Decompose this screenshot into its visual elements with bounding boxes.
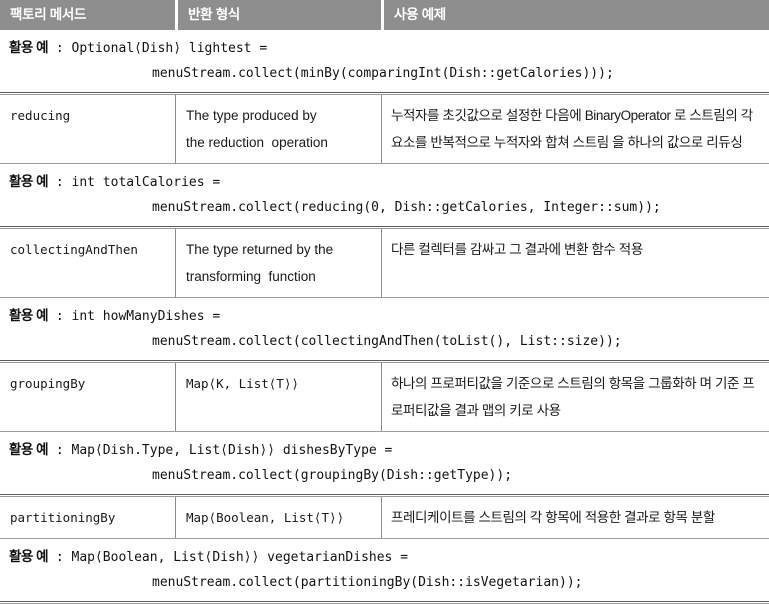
example-row-reducing: 활용 예 : int totalCalories = menuStream.co… [0,164,769,226]
table-row-reducing: reducing The type produced by the reduct… [0,95,769,163]
usage-text: 누적자를 초깃값으로 설정한 다음에 BinaryOperator 로 스트림의… [391,108,753,150]
return-type-line-1: The type produced by [186,108,317,123]
example-line-1: 활용 예 : Optional⟨Dish⟩ lightest = [0,35,769,61]
example-code-line-2: menuStream.collect(collectingAndThen(toL… [152,334,622,349]
cell-factory-method: collectingAndThen [10,242,138,257]
cell-factory-method: groupingBy [10,376,86,391]
cell-return-type: The type produced by the reduction opera… [175,95,381,163]
example-code-line-1: : Optional⟨Dish⟩ lightest = [48,41,268,56]
table-header-row: 팩토리 메서드 반환 형식 사용 예제 [0,0,769,30]
example-code-line-1: : int totalCalories = [48,175,221,190]
return-type-line-1: The type returned by the [186,242,334,257]
cell-factory-method: reducing [10,108,71,123]
cell-return-type: The type returned by the transforming fu… [175,229,381,297]
example-row-minby: 활용 예 : Optional⟨Dish⟩ lightest = menuStr… [0,30,769,92]
cell-usage-example: 프레디케이트를 스트림의 각 항목에 적용한 결과로 항목 분할 [381,497,769,538]
example-line-1: 활용 예 : Map⟨Boolean, List⟨Dish⟩⟩ vegetari… [0,544,769,570]
usage-text: 다른 컬렉터를 감싸고 그 결과에 변환 함수 적용 [391,242,643,257]
example-row-partitioningby: 활용 예 : Map⟨Boolean, List⟨Dish⟩⟩ vegetari… [0,539,769,601]
column-header-return-type: 반환 형식 [175,0,381,30]
example-code-line-2: menuStream.collect(groupingBy(Dish::getT… [152,468,513,483]
example-line-1: 활용 예 : Map⟨Dish.Type, List⟨Dish⟩⟩ dishes… [0,437,769,463]
example-row-groupingby: 활용 예 : Map⟨Dish.Type, List⟨Dish⟩⟩ dishes… [0,432,769,494]
collectors-factory-method-table: 팩토리 메서드 반환 형식 사용 예제 활용 예 : Optional⟨Dish… [0,0,769,604]
example-code-line-2: menuStream.collect(partitioningBy(Dish::… [152,575,583,590]
cell-usage-example: 하나의 프로퍼티값을 기준으로 스트림의 항목을 그룹화하 며 기준 프로퍼티값… [381,363,769,431]
example-line-1: 활용 예 : int totalCalories = [0,169,769,195]
example-label: 활용 예 [9,40,49,55]
example-code-line-1: : Map⟨Dish.Type, List⟨Dish⟩⟩ dishesByTyp… [48,443,393,458]
example-label: 활용 예 [9,174,49,189]
example-label: 활용 예 [9,549,49,564]
example-code-line-2: menuStream.collect(minBy(comparingInt(Di… [152,66,614,81]
return-type-line-2: transforming function [186,269,316,284]
cell-return-type: Map⟨Boolean, List⟨T⟩⟩ [175,497,381,538]
return-type-line-2: the reduction operation [186,135,328,150]
table-row-collectingandthen: collectingAndThen The type returned by t… [0,229,769,297]
example-code-line-1: : int howManyDishes = [48,309,221,324]
example-label: 활용 예 [9,442,49,457]
cell-return-type: Map⟨K, List⟨T⟩⟩ [175,363,381,431]
example-label: 활용 예 [9,308,49,323]
cell-usage-example: 누적자를 초깃값으로 설정한 다음에 BinaryOperator 로 스트림의… [381,95,769,163]
cell-factory-method: partitioningBy [10,510,116,525]
example-code-line-2: menuStream.collect(reducing(0, Dish::get… [152,200,661,215]
example-line-1: 활용 예 : int howManyDishes = [0,303,769,329]
return-type-line-1: Map⟨Boolean, List⟨T⟩⟩ [186,510,345,525]
table-row-groupingby: groupingBy Map⟨K, List⟨T⟩⟩ 하나의 프로퍼티값을 기준… [0,363,769,431]
example-row-collectingandthen: 활용 예 : int howManyDishes = menuStream.co… [0,298,769,360]
return-type-line-1: Map⟨K, List⟨T⟩⟩ [186,376,299,391]
usage-text: 하나의 프로퍼티값을 기준으로 스트림의 항목을 그룹화하 며 기준 프로퍼티값… [391,376,755,418]
usage-text: 프레디케이트를 스트림의 각 항목에 적용한 결과로 항목 분할 [391,510,715,525]
table-row-partitioningby: partitioningBy Map⟨Boolean, List⟨T⟩⟩ 프레디… [0,497,769,538]
cell-usage-example: 다른 컬렉터를 감싸고 그 결과에 변환 함수 적용 [381,229,769,297]
column-header-usage-example: 사용 예제 [381,0,769,30]
column-header-factory-method: 팩토리 메서드 [10,7,87,22]
